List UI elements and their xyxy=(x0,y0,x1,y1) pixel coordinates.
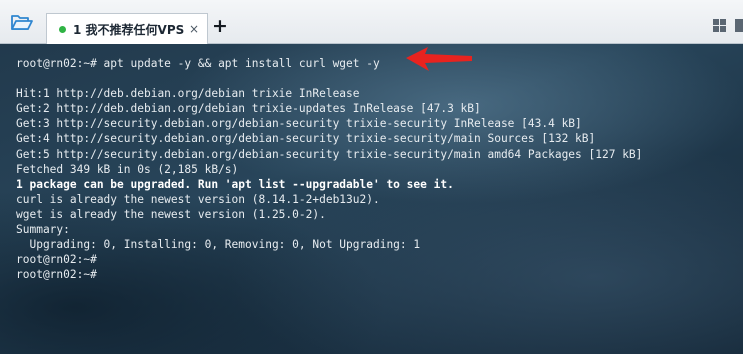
terminal-line: root@rn02:~# apt update -y && apt instal… xyxy=(16,57,380,70)
tab-label: 1 我不推荐任何VPS xyxy=(73,22,185,37)
terminal-line: Get:3 http://security.debian.org/debian-… xyxy=(16,117,582,131)
more-icon[interactable] xyxy=(735,19,743,32)
terminal-line: Get:2 http://deb.debian.org/debian trixi… xyxy=(16,102,481,116)
status-dot-icon xyxy=(59,25,66,33)
terminal-line: Get:4 http://security.debian.org/debian-… xyxy=(16,132,596,146)
terminal-line: curl is already the newest version (8.14… xyxy=(16,192,380,206)
terminal-line: Upgrading: 0, Installing: 0, Removing: 0… xyxy=(16,238,421,252)
terminal-line: Fetched 349 kB in 0s (2,185 kB/s) xyxy=(16,162,239,176)
grid-icon[interactable] xyxy=(713,19,726,32)
terminal-line: Hit:1 http://deb.debian.org/debian trixi… xyxy=(16,87,360,101)
arrow-annotation-icon xyxy=(406,47,472,71)
terminal-line: wget is already the newest version (1.25… xyxy=(16,207,326,221)
terminal-lines: root@rn02:~# apt update -y && apt instal… xyxy=(16,56,642,282)
plus-icon[interactable]: + xyxy=(212,15,228,39)
terminal-line: 1 package can be upgraded. Run 'apt list… xyxy=(16,177,454,191)
tab-bar: 1 我不推荐任何VPS × + xyxy=(0,0,743,44)
terminal-line: Summary: xyxy=(16,223,70,237)
tab-session-1[interactable]: 1 我不推荐任何VPS × xyxy=(46,13,208,44)
open-session-button[interactable] xyxy=(0,0,44,44)
close-icon[interactable]: × xyxy=(189,23,199,35)
terminal-line: root@rn02:~# xyxy=(16,253,97,267)
terminal-line: Get:5 http://security.debian.org/debian-… xyxy=(16,147,643,161)
terminal-line: root@rn02:~# xyxy=(16,268,97,282)
terminal-output[interactable]: root@rn02:~# apt update -y && apt instal… xyxy=(0,44,743,354)
folder-icon xyxy=(11,15,33,30)
